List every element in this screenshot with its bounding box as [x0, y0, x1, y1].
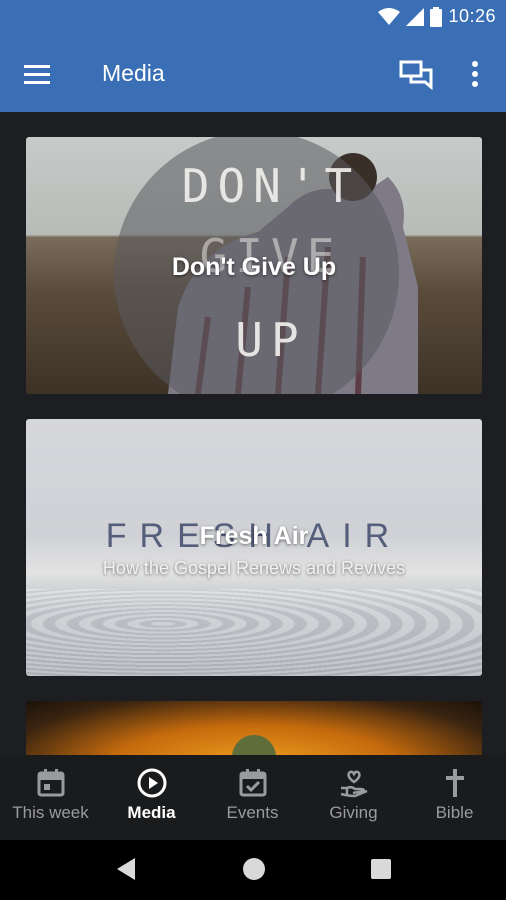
play-circle-icon — [137, 768, 167, 798]
calendar-icon — [37, 769, 65, 797]
media-card-dont-give-up[interactable]: DON'T GIVE UP Don't Give Up — [26, 137, 482, 394]
status-bar: 10:26 — [0, 0, 506, 36]
more-vert-icon[interactable] — [466, 58, 484, 90]
recents-icon[interactable] — [368, 856, 394, 882]
chat-icon[interactable] — [398, 58, 434, 90]
nav-item-bible[interactable]: Bible — [404, 755, 505, 840]
wifi-icon — [378, 7, 401, 25]
menu-icon[interactable] — [22, 60, 54, 88]
nav-label: This week — [12, 803, 89, 822]
cross-icon — [446, 769, 464, 797]
nav-item-this-week[interactable]: This week — [0, 755, 101, 840]
page-title: Media — [102, 60, 165, 86]
artwork-text-line-1: DON'T — [181, 159, 361, 213]
media-list[interactable]: DON'T GIVE UP Don't Give Up FRESH AIR Fr… — [0, 112, 506, 755]
nav-label: Bible — [435, 803, 474, 822]
signal-icon — [406, 7, 425, 26]
card-subtitle: How the Gospel Renews and Revives — [102, 558, 406, 578]
media-card-fresh-air[interactable]: FRESH AIR Fresh Air How the Gospel Renew… — [26, 419, 482, 676]
giving-hand-icon — [340, 770, 368, 798]
card-title: Fresh Air — [199, 522, 309, 550]
media-card-third[interactable] — [26, 701, 482, 755]
card-artwork-clouds — [26, 589, 482, 676]
event-check-icon — [239, 769, 267, 797]
nav-label: Giving — [329, 803, 378, 822]
nav-label: Media — [127, 803, 176, 822]
bottom-nav: This week Media Events Giving Bible — [0, 755, 506, 840]
artwork-text-line-3: UP — [235, 313, 307, 367]
app-bar: Media — [0, 36, 506, 112]
battery-icon — [430, 6, 443, 27]
nav-item-events[interactable]: Events — [202, 755, 303, 840]
status-icons: 10:26 — [378, 6, 496, 27]
home-icon[interactable] — [241, 856, 267, 882]
card-title: Don't Give Up — [171, 253, 337, 281]
back-icon[interactable] — [113, 856, 139, 882]
system-nav-bar — [0, 840, 506, 900]
status-time: 10:26 — [448, 6, 496, 26]
nav-item-media[interactable]: Media — [101, 755, 202, 840]
nav-label: Events — [226, 803, 279, 822]
nav-item-giving[interactable]: Giving — [303, 755, 404, 840]
card-artwork-cactus — [232, 735, 276, 755]
